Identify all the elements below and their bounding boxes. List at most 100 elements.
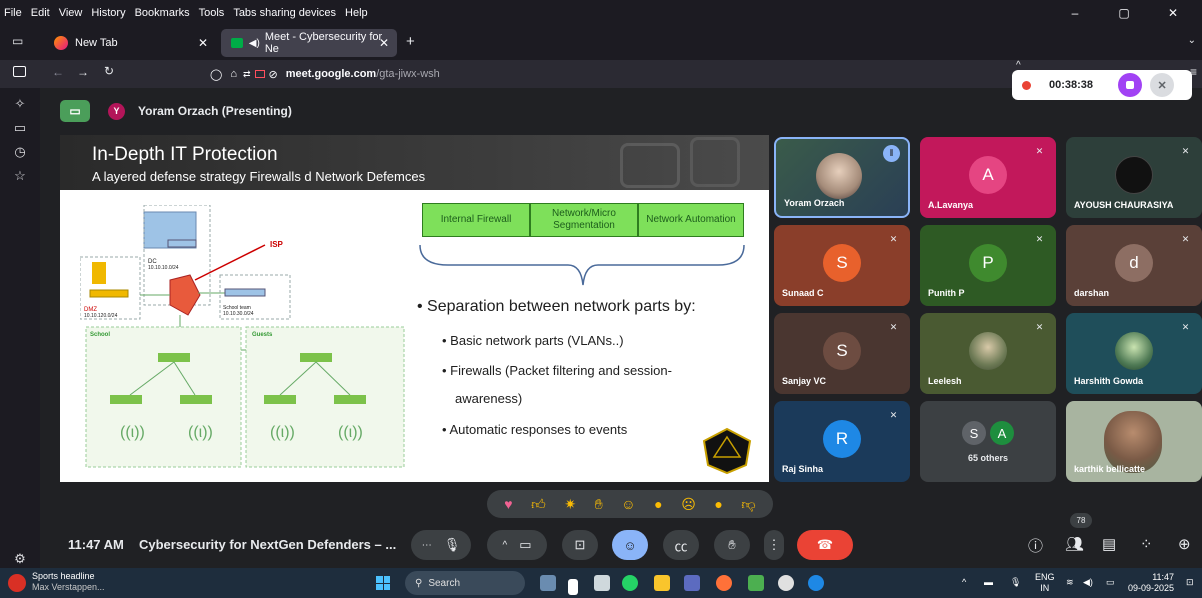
news-widget-icon[interactable] [8,574,26,592]
participant-tile[interactable]: P ✕ Punith P [920,225,1056,306]
taskbar-app-icon[interactable] [594,575,610,591]
history-icon[interactable]: ◷ [0,144,40,160]
more-mic-options-icon[interactable]: ⋯ [422,540,432,551]
captions-button[interactable]: ㏄ [663,530,699,560]
close-window-icon[interactable]: ✕ [1153,6,1193,20]
chatgpt-icon[interactable] [778,575,794,591]
host-controls-icon[interactable]: ⊕ [1178,535,1191,553]
menu-tabs-sharing[interactable]: Tabs sharing devices [233,7,336,19]
taskbar-app-icon[interactable] [568,579,578,595]
participant-tile[interactable]: karthik bellicatte [1066,401,1202,482]
heart-reaction-icon[interactable]: ♥ [504,496,512,512]
search-icon: ⚲ [415,577,423,589]
participant-tile[interactable]: ✕ Leelesh [920,313,1056,394]
school-team-net-label: 10.10.30.0/24 [223,311,254,317]
settings-gear-icon[interactable] [808,575,824,591]
battery-icon[interactable]: ▭ [1106,577,1115,588]
clap-reaction-icon[interactable]: ✋︎ [595,496,603,513]
reactions-button[interactable]: ☺ [612,530,648,560]
tray-overflow-icon[interactable]: ^ [962,577,966,588]
list-tabs-chevron-icon[interactable]: ⌄ [1188,35,1196,46]
taskbar-search[interactable]: ⚲ Search [405,571,525,595]
menu-view[interactable]: View [59,7,83,19]
activities-icon[interactable]: ⁘ [1140,535,1153,553]
ai-chatbot-icon[interactable]: ✧ [0,96,40,112]
lock-icon[interactable]: ⌂ [230,68,237,80]
taskbar-app-icon[interactable] [540,575,556,591]
file-explorer-icon[interactable] [654,575,670,591]
surprised-reaction-icon[interactable]: ● [654,496,662,512]
muted-mic-icon[interactable]: ✕ [1150,73,1175,97]
minimize-icon[interactable]: – [1055,6,1095,20]
leave-call-button[interactable]: ☎︎ [797,530,853,560]
participant-tile[interactable]: A ✕ A.Lavanya [920,137,1056,218]
shield-icon[interactable]: ◯ [210,68,222,81]
thumbs-up-reaction-icon[interactable]: 👍︎ [531,496,546,513]
participant-tile-others[interactable]: S A 65 others [920,401,1056,482]
address-bar[interactable]: ◯ ⌂ ⇄ ⊘ meet.google.com/gta-jiwx-wsh [210,62,1000,86]
sidebar-settings-icon[interactable]: ⚙ [0,551,40,567]
windows-start-icon[interactable] [376,576,390,590]
participant-tile[interactable]: S ✕ Sunaad C [774,225,910,306]
tab-meet[interactable]: ◀) Meet - Cybersecurity for Ne ✕ [221,29,397,57]
speaking-indicator-icon: ⦀ [883,145,900,162]
chat-icon[interactable]: ▤ [1102,535,1116,553]
tab-overview-icon[interactable]: ▭ [12,34,23,48]
participant-tile-presenter[interactable]: ⦀ Yoram Orzach [774,137,910,218]
maximize-icon[interactable]: ▢ [1104,6,1144,20]
thumbs-down-reaction-icon[interactable]: 👎︎ [741,496,755,513]
new-tab-plus-icon[interactable]: + [406,33,415,50]
bookmarks-star-icon[interactable]: ☆ [0,168,40,184]
laugh-reaction-icon[interactable]: ☺ [621,496,635,512]
url-path: /gta-jiwx-wsh [376,68,440,80]
menu-help[interactable]: Help [345,7,368,19]
taskbar-clock[interactable]: 11:47 09-09-2025 [1128,572,1174,594]
more-options-button[interactable]: ⋮ [764,530,784,560]
stop-recording-button[interactable] [1118,73,1143,97]
close-tab-icon[interactable]: ✕ [379,36,389,50]
participant-tile[interactable]: ✕ Harshith Gowda [1066,313,1202,394]
menu-history[interactable]: History [91,7,125,19]
tray-mic-icon[interactable]: 🎙︎ [1010,577,1021,588]
menu-file[interactable]: File [4,7,22,19]
notifications-icon[interactable]: ⊡ [1186,577,1194,588]
sidebar-toggle-icon[interactable] [13,66,26,77]
mic-button[interactable]: ⋯ 🎙︎ [411,530,471,560]
camera-button[interactable]: ^ ▭ [487,530,547,560]
volume-icon[interactable]: ◀) [1083,577,1093,588]
sad-reaction-icon[interactable]: ☹ [681,496,696,513]
permissions-icon[interactable]: ⇄ [243,69,251,80]
meeting-info-icon[interactable]: ⓘ [1028,535,1043,556]
forward-arrow-icon[interactable]: → [77,65,89,79]
synced-tabs-icon[interactable]: ▭ [0,120,40,136]
party-reaction-icon[interactable]: ✷ [564,496,576,513]
browser-sidebar: ✧ ▭ ◷ ☆ ⚙ [0,88,40,568]
taskbar-app-icon[interactable] [684,575,700,591]
reload-icon[interactable]: ↻ [104,64,114,78]
back-arrow-icon[interactable]: ← [52,65,64,79]
tray-app-icon[interactable]: ▬ [984,577,993,588]
thinking-reaction-icon[interactable]: ● [714,496,722,512]
participant-tile[interactable]: d ✕ darshan [1066,225,1202,306]
people-icon[interactable]: 👥︎ [1065,535,1084,553]
participant-tile[interactable]: R ✕ Raj Sinha [774,401,910,482]
participant-tile[interactable]: S ✕ Sanjay VC [774,313,910,394]
menu-tools[interactable]: Tools [199,7,225,19]
menu-edit[interactable]: Edit [31,7,50,19]
raise-hand-button[interactable]: ✋︎ [714,530,750,560]
wifi-icon[interactable]: ≋ [1066,577,1074,588]
language-indicator[interactable]: ENG IN [1035,572,1055,594]
camera-sharing-icon[interactable] [254,70,265,78]
tab-new-tab[interactable]: New Tab ✕ [44,29,216,57]
close-tab-icon[interactable]: ✕ [198,36,208,50]
news-widget[interactable]: Sports headline Max Verstappen... [32,571,105,593]
menu-bookmarks[interactable]: Bookmarks [135,7,190,19]
whatsapp-icon[interactable] [622,575,638,591]
participant-tile[interactable]: ✕ AYOUSH CHAURASIYA [1066,137,1202,218]
screen-share-icon[interactable]: ⊘ [269,68,278,81]
taskbar-app-icon[interactable] [748,575,764,591]
present-button[interactable]: ⊡ [562,530,598,560]
present-layout-icon[interactable]: ▭ [60,100,90,122]
camera-options-chevron-icon[interactable]: ^ [503,540,508,551]
firefox-taskbar-icon[interactable] [716,575,732,591]
